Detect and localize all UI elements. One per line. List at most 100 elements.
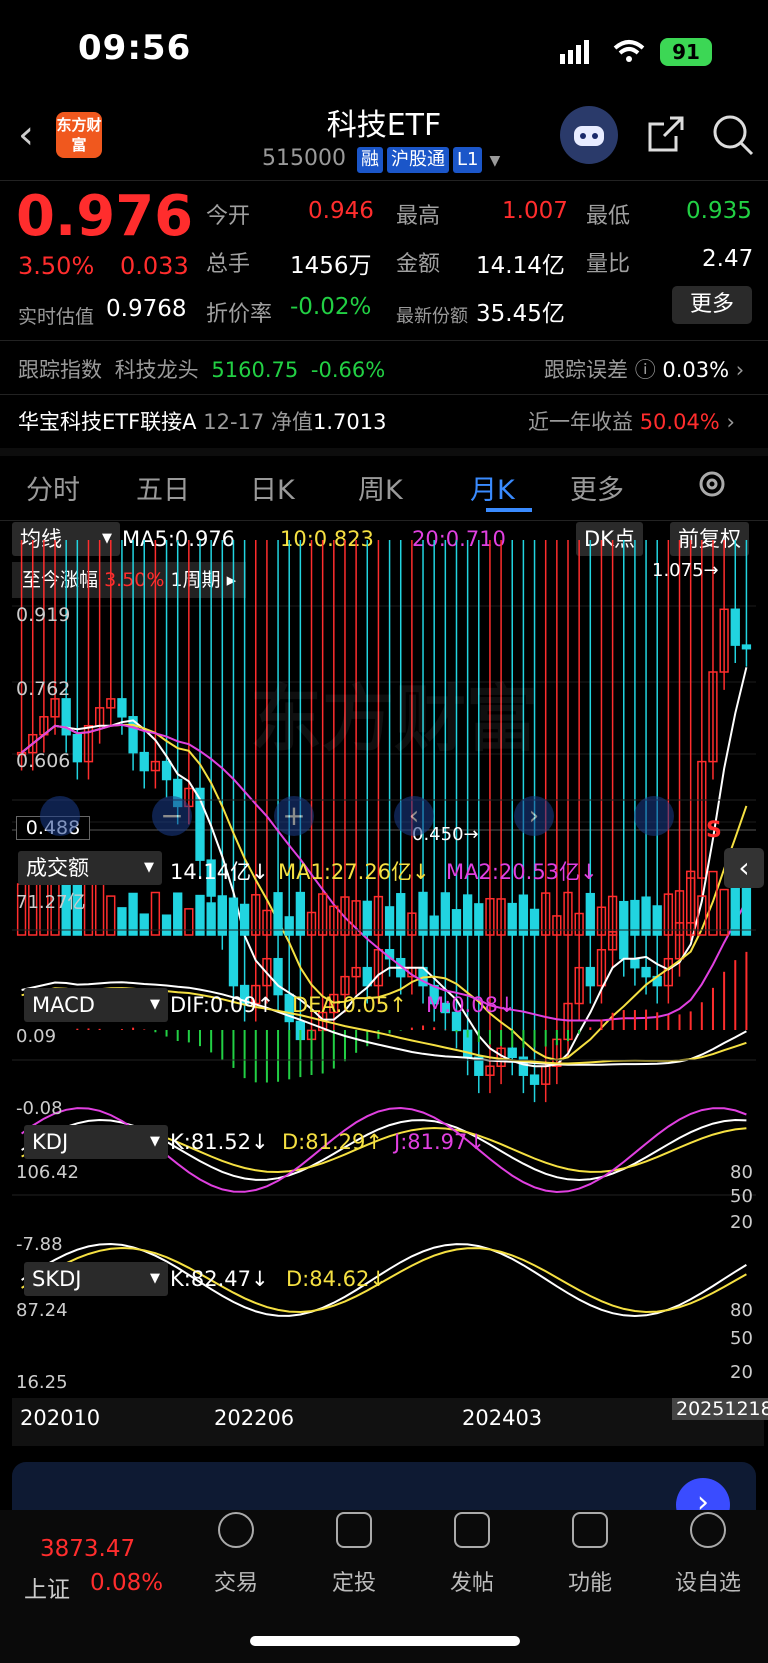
- volume-ma1: MA1:27.26亿↓: [278, 860, 430, 884]
- volume-bar: [396, 893, 406, 936]
- gear-icon[interactable]: [694, 466, 730, 509]
- post-icon[interactable]: [454, 1512, 490, 1548]
- volume-value: 1456万: [290, 253, 372, 279]
- volume-bar: [161, 914, 172, 936]
- tab-monthly[interactable]: 月K: [470, 468, 515, 507]
- index-value[interactable]: 3873.47: [40, 1536, 135, 1562]
- zoom-out-icon[interactable]: −: [152, 796, 192, 836]
- tab-five-day[interactable]: 五日: [136, 468, 190, 507]
- battery-icon: 91: [660, 38, 712, 66]
- tab-weekly[interactable]: 周K: [358, 468, 403, 507]
- x-tick-1: 202010: [20, 1406, 101, 1430]
- chevron-down-icon[interactable]: ▼: [489, 153, 500, 169]
- skdj-d-value: D:84.62: [286, 1267, 370, 1291]
- volume-bar: [641, 896, 651, 936]
- watchlist-icon[interactable]: [690, 1512, 726, 1548]
- volume-bar: [741, 882, 752, 936]
- volume-bar: [418, 891, 428, 936]
- volume-bar: [173, 892, 183, 936]
- y-label-2: 0.762: [16, 678, 71, 700]
- volume-selector-label: 成交额: [26, 856, 89, 880]
- kdj-selector[interactable]: KDJ ▼: [24, 1125, 168, 1159]
- candle-body: [641, 966, 651, 978]
- kdj-level-80: 80: [730, 1162, 753, 1183]
- candle-body: [619, 931, 629, 960]
- chart-controls: − + ‹ ›: [40, 796, 730, 840]
- tracking-row[interactable]: 跟踪指数 科技龙头 5160.75 -0.66%: [18, 354, 385, 384]
- volume-ma2-value: MA2:20.53亿: [446, 860, 581, 884]
- zoom-in-icon[interactable]: +: [274, 796, 314, 836]
- candle-body: [273, 957, 283, 996]
- macd-selector[interactable]: MACD ▼: [24, 988, 168, 1022]
- kdj-selector-label: KDJ: [32, 1130, 69, 1154]
- share-icon[interactable]: [646, 114, 686, 158]
- chevron-down-icon: ▼: [150, 997, 160, 1012]
- volume-bar: [150, 891, 161, 936]
- prev-icon[interactable]: ‹: [394, 796, 434, 836]
- collapse-panel-button[interactable]: ‹: [724, 848, 764, 888]
- fund-code-row: 515000 融沪股通 L1 ▼: [262, 146, 500, 173]
- volume-bar: [117, 907, 127, 936]
- candle-body: [730, 608, 740, 646]
- index-pct[interactable]: 0.08%: [90, 1570, 163, 1596]
- open-value: 0.946: [308, 198, 374, 224]
- volume-max-label: 71.27亿: [16, 892, 86, 913]
- last-price: 0.976: [16, 184, 194, 249]
- linked-fund-name: 华宝科技ETF联接A: [18, 410, 197, 434]
- linked-fund-row[interactable]: 华宝科技ETF联接A 12-17 净值1.7013: [18, 406, 386, 436]
- features-icon[interactable]: [572, 1512, 608, 1548]
- volume-bar: [228, 897, 239, 936]
- divider: [0, 180, 768, 181]
- clock: 09:56: [78, 28, 192, 68]
- index-name[interactable]: 上证: [24, 1570, 70, 1604]
- tracking-index-name: 科技龙头: [114, 358, 199, 382]
- volume-bar: [585, 892, 595, 936]
- more-button[interactable]: 更多: [672, 286, 752, 324]
- active-tab-indicator: [486, 508, 532, 512]
- nav-features[interactable]: 功能: [550, 1565, 630, 1597]
- candle-body: [507, 1047, 517, 1059]
- volume-bar: [462, 894, 473, 936]
- search-icon[interactable]: [712, 114, 756, 162]
- tab-more[interactable]: 更多: [570, 468, 624, 507]
- macd-dea: DEA:0.05↑: [292, 993, 407, 1017]
- volume-current-value: 14.14亿: [170, 860, 252, 884]
- macd-dea-value: DEA:0.05: [292, 993, 390, 1017]
- nav-invest-plan[interactable]: 定投: [314, 1565, 394, 1597]
- volume-selector[interactable]: 成交额 ▼: [18, 851, 162, 885]
- next-icon[interactable]: ›: [514, 796, 554, 836]
- linked-fund-return[interactable]: 近一年收益 50.04% ›: [528, 406, 735, 436]
- status-bar: 09:56 91: [0, 0, 768, 100]
- tab-daily[interactable]: 日K: [250, 468, 295, 507]
- x-tick-3: 202403: [462, 1406, 543, 1430]
- period-tabs: 分时 五日 日K 周K 月K 更多: [0, 464, 768, 520]
- chevron-down-icon: ▼: [144, 860, 154, 875]
- tracking-error-value: 0.03%: [662, 358, 730, 382]
- nav-trade[interactable]: 交易: [196, 1565, 276, 1597]
- tracking-error[interactable]: 跟踪误差 ⓘ 0.03% ›: [544, 354, 744, 384]
- candle-body: [139, 751, 149, 772]
- tab-intraday[interactable]: 分时: [26, 468, 80, 507]
- robot-avatar[interactable]: [560, 106, 618, 164]
- tracking-index-value: 5160.75: [211, 358, 299, 382]
- skdj-selector[interactable]: SKDJ ▼: [24, 1262, 168, 1296]
- y-label-1: 0.919: [16, 604, 71, 626]
- question-icon: ⓘ: [634, 358, 656, 382]
- divider: [0, 340, 768, 341]
- max-label: 1.075: [652, 560, 704, 581]
- volume-bar: [529, 908, 540, 936]
- skdj-d: D:84.62↓: [286, 1267, 387, 1291]
- trade-icon[interactable]: [218, 1512, 254, 1548]
- invest-plan-icon[interactable]: [336, 1512, 372, 1548]
- kdj-top-label: 106.42: [16, 1162, 79, 1183]
- nav-post[interactable]: 发帖: [432, 1565, 512, 1597]
- change-percent: 3.50%: [18, 252, 95, 280]
- ai-banner[interactable]: ›: [12, 1462, 756, 1532]
- scroll-left-icon[interactable]: [40, 796, 80, 836]
- volume-ma1-value: MA1:27.26亿: [278, 860, 413, 884]
- tag-connect: 沪股通: [386, 147, 449, 173]
- volume-bar: [429, 915, 439, 936]
- fullscreen-icon[interactable]: [634, 796, 674, 836]
- nav-watchlist[interactable]: 设自选: [668, 1565, 748, 1597]
- chevron-right-icon: ›: [726, 410, 735, 434]
